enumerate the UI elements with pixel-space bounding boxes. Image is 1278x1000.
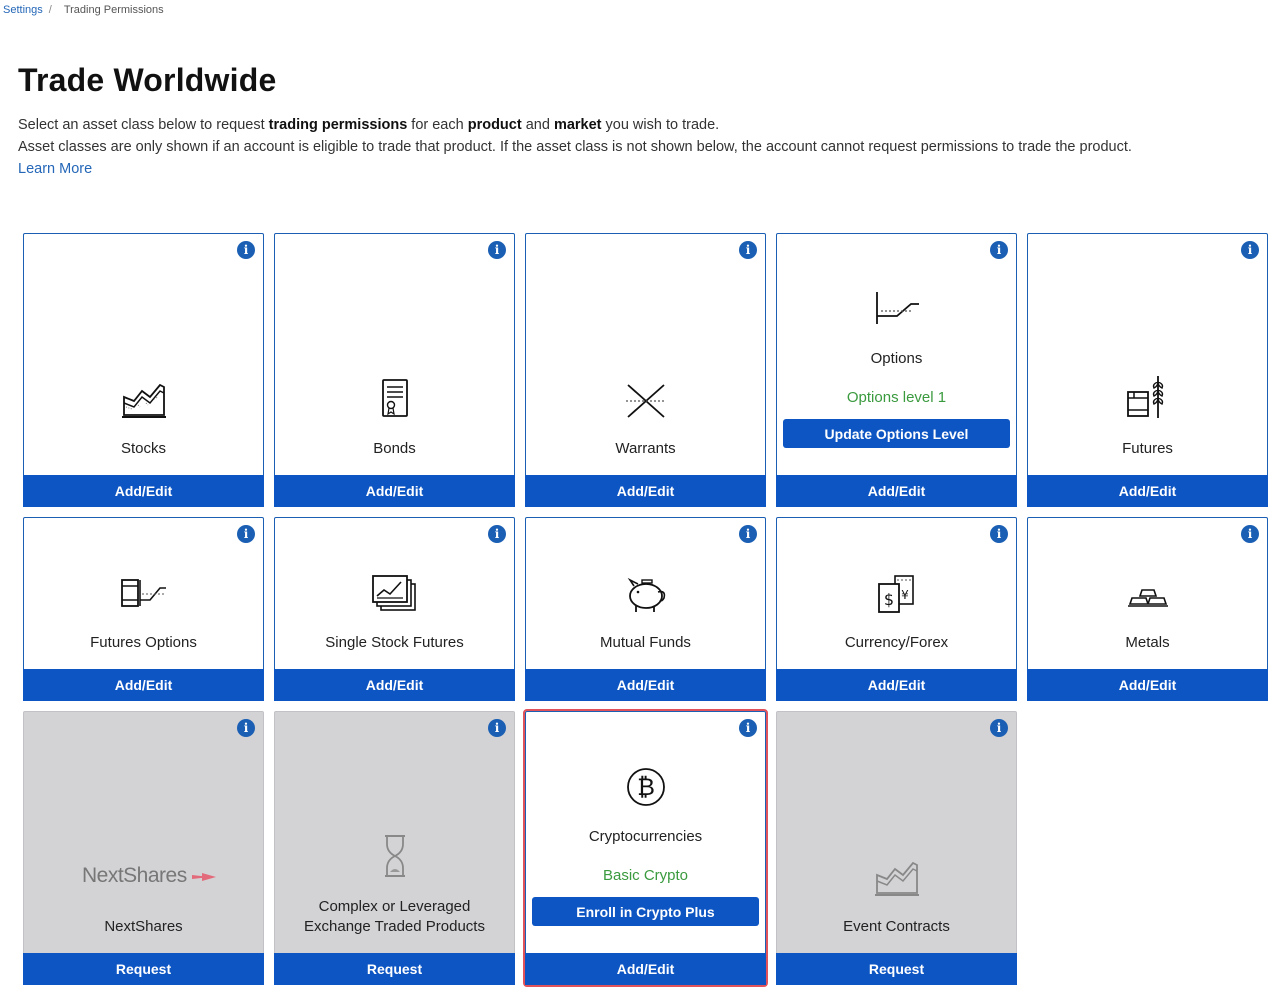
breadcrumb-current: Trading Permissions: [63, 4, 164, 16]
barrel-payoff-icon: [120, 579, 166, 607]
page-title: Trade Worldwide: [18, 62, 277, 98]
card-label: Futures: [1122, 440, 1173, 457]
crypto-add-edit-button[interactable]: Add/Edit: [525, 953, 766, 985]
card-options: i Options Options level 1 Update Options…: [776, 233, 1017, 507]
card-label: Mutual Funds: [600, 634, 691, 651]
currency-forex-add-edit-button[interactable]: Add/Edit: [776, 669, 1017, 701]
metals-add-edit-button[interactable]: Add/Edit: [1027, 669, 1268, 701]
info-icon[interactable]: i: [990, 525, 1008, 543]
card-event-contracts: i Event Contracts Request: [776, 711, 1017, 985]
card-label: NextShares: [104, 918, 183, 935]
card-label: Futures Options: [90, 634, 197, 651]
card-label: Warrants: [615, 440, 676, 457]
card-label: Currency/Forex: [844, 634, 949, 651]
intro-line-2: Asset classes are only shown if an accou…: [18, 139, 1132, 155]
svg-text:$: $: [883, 590, 893, 609]
stacked-charts-icon: [371, 575, 416, 611]
complex-etp-request-button[interactable]: Request: [274, 953, 515, 985]
options-status: Options level 1: [846, 389, 947, 406]
card-warrants: i Warrants Add/Edit: [525, 233, 766, 507]
barrel-wheat-icon: [1126, 376, 1163, 418]
info-icon[interactable]: i: [990, 241, 1008, 259]
card-label: Options: [870, 350, 923, 367]
info-icon[interactable]: i: [488, 241, 506, 259]
card-label: Metals: [1125, 634, 1170, 651]
card-futures: i Futures Add/Edit: [1027, 233, 1268, 507]
card-nextshares: i NextShares NextShares Request: [23, 711, 264, 985]
info-icon[interactable]: i: [1241, 241, 1259, 259]
crypto-status: Basic Crypto: [602, 867, 689, 884]
single-stock-futures-add-edit-button[interactable]: Add/Edit: [274, 669, 515, 701]
futures-add-edit-button[interactable]: Add/Edit: [1027, 475, 1268, 507]
learn-more-link[interactable]: Learn More: [18, 161, 92, 177]
intro-text: Select an asset class below to request t…: [18, 114, 1132, 180]
currency-notes-icon: $ ¥: [877, 575, 914, 613]
options-payoff-icon: [875, 292, 919, 324]
info-icon[interactable]: i: [237, 719, 255, 737]
card-single-stock-futures: i Single Stock Futures Add/Edit: [274, 517, 515, 701]
info-icon[interactable]: i: [990, 719, 1008, 737]
stock-chart-icon: [874, 861, 919, 896]
nextshares-logo: NextShares: [82, 864, 217, 888]
options-add-edit-button[interactable]: Add/Edit: [776, 475, 1017, 507]
gold-bars-icon: [1127, 589, 1168, 607]
breadcrumb-separator: /: [48, 4, 52, 16]
stock-chart-icon: [121, 383, 166, 418]
crossing-lines-icon: [625, 384, 666, 418]
intro-bold-market: market: [553, 117, 602, 133]
mutual-funds-add-edit-button[interactable]: Add/Edit: [525, 669, 766, 701]
intro-text-segment: you wish to trade.: [601, 117, 720, 133]
card-cryptocurrencies: i ₿ Cryptocurrencies Basic Crypto Enroll…: [523, 709, 768, 987]
intro-text-segment: and: [521, 117, 554, 133]
card-label-line-2: Exchange Traded Products: [304, 918, 485, 935]
update-options-level-button[interactable]: Update Options Level: [783, 419, 1010, 448]
stocks-add-edit-button[interactable]: Add/Edit: [23, 475, 264, 507]
intro-text-segment: for each: [407, 117, 468, 133]
arrow-icon: [192, 873, 217, 881]
info-icon[interactable]: i: [739, 241, 757, 259]
card-label: Cryptocurrencies: [588, 828, 703, 845]
intro-text-segment: Select an asset class below to request: [18, 117, 269, 133]
intro-line-1: Select an asset class below to request t…: [18, 114, 1132, 136]
card-currency-forex: i $ ¥ Currency/Forex Add/Edit: [776, 517, 1017, 701]
card-label: Single Stock Futures: [325, 634, 464, 651]
futures-options-add-edit-button[interactable]: Add/Edit: [23, 669, 264, 701]
event-contracts-request-button[interactable]: Request: [776, 953, 1017, 985]
info-icon[interactable]: i: [488, 525, 506, 543]
breadcrumb: Settings / Trading Permissions: [3, 4, 164, 16]
card-label: Stocks: [120, 440, 166, 457]
info-icon[interactable]: i: [1241, 525, 1259, 543]
piggy-bank-icon: [627, 577, 665, 612]
info-icon[interactable]: i: [488, 719, 506, 737]
card-label: Bonds: [373, 440, 416, 457]
card-complex-etp: i Complex or Leveraged Exchange Traded P…: [274, 711, 515, 985]
intro-bold-trading-permissions: trading permissions: [268, 117, 408, 133]
info-icon[interactable]: i: [739, 719, 757, 737]
warrants-add-edit-button[interactable]: Add/Edit: [525, 475, 766, 507]
info-icon[interactable]: i: [237, 241, 255, 259]
card-mutual-funds: i Mutual Funds Add/Edit: [525, 517, 766, 701]
svg-text:₿: ₿: [637, 773, 655, 801]
breadcrumb-settings-link[interactable]: Settings: [3, 4, 43, 16]
bonds-add-edit-button[interactable]: Add/Edit: [274, 475, 515, 507]
card-label: Event Contracts: [843, 918, 950, 935]
nextshares-logo-text: NextShares: [82, 864, 187, 887]
nextshares-request-button[interactable]: Request: [23, 953, 264, 985]
intro-bold-product: product: [467, 117, 522, 133]
hourglass-icon: [384, 835, 405, 877]
card-label-line-1: Complex or Leveraged: [318, 898, 471, 915]
enroll-crypto-plus-button[interactable]: Enroll in Crypto Plus: [532, 897, 759, 926]
info-icon[interactable]: i: [739, 525, 757, 543]
card-bonds: i Bonds Add/Edit: [274, 233, 515, 507]
bitcoin-icon: ₿: [626, 768, 665, 806]
svg-text:¥: ¥: [901, 588, 909, 602]
card-futures-options: i Futures Options Add/Edit: [23, 517, 264, 701]
info-icon[interactable]: i: [237, 525, 255, 543]
card-stocks: i Stocks Add/Edit: [23, 233, 264, 507]
certificate-icon: [381, 379, 408, 417]
card-metals: i Metals Add/Edit: [1027, 517, 1268, 701]
